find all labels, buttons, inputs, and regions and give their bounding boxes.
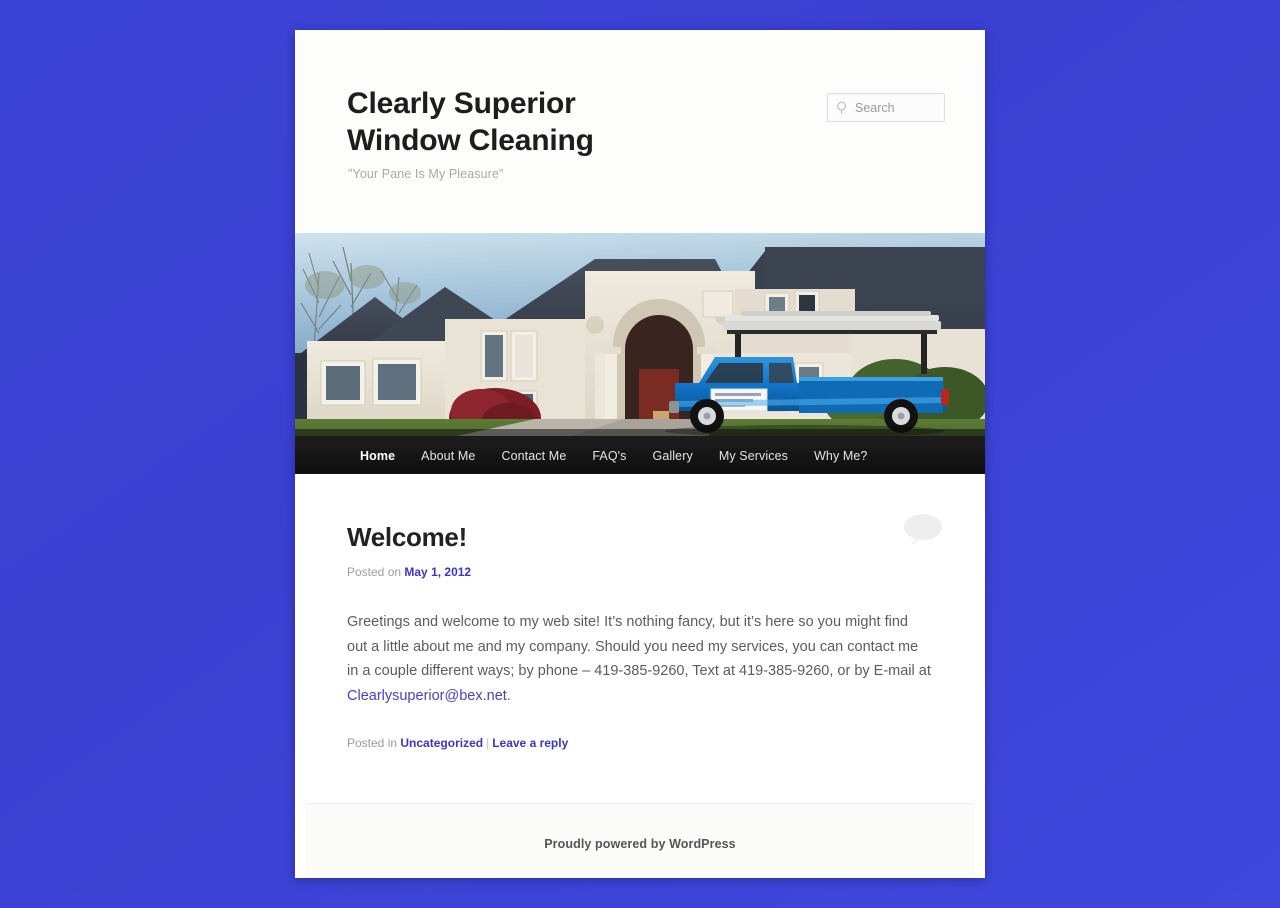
search-form[interactable] bbox=[827, 93, 945, 122]
site-tagline: "Your Pane Is My Pleasure" bbox=[348, 167, 504, 182]
post-body: Greetings and welcome to my web site! It… bbox=[347, 610, 932, 708]
nav-item-contact-me[interactable]: Contact Me bbox=[488, 437, 579, 475]
comment-bubble-icon[interactable] bbox=[901, 512, 945, 546]
nav-item-my-services[interactable]: My Services bbox=[706, 437, 801, 475]
post-body-text: Greetings and welcome to my web site! It… bbox=[347, 614, 931, 680]
page-title[interactable]: Welcome! bbox=[347, 522, 933, 553]
browser-viewport: Clearly Superior Window Cleaning "Your P… bbox=[0, 0, 1280, 908]
nav-item-faqs[interactable]: FAQ's bbox=[579, 437, 639, 475]
nav-item-why-me[interactable]: Why Me? bbox=[801, 437, 881, 475]
site-branding: Clearly Superior Window Cleaning "Your P… bbox=[295, 30, 985, 233]
main-content: Welcome! Posted on May 1, 2012 Greetings… bbox=[295, 474, 985, 803]
site-title[interactable]: Clearly Superior Window Cleaning bbox=[347, 86, 677, 159]
search-input[interactable] bbox=[855, 100, 938, 115]
post-article: Welcome! Posted on May 1, 2012 Greetings… bbox=[347, 522, 933, 750]
search-icon bbox=[836, 101, 850, 115]
post-meta-footer: Posted in Uncategorized | Leave a reply bbox=[347, 736, 933, 750]
main-navigation[interactable]: Home About Me Contact Me FAQ's Gallery M… bbox=[295, 436, 985, 474]
posted-on-label: Posted on bbox=[347, 565, 402, 579]
meta-separator: | bbox=[486, 736, 490, 751]
nav-item-home[interactable]: Home bbox=[347, 437, 408, 475]
nav-item-about-me[interactable]: About Me bbox=[408, 437, 488, 475]
category-link[interactable]: Uncategorized bbox=[400, 736, 483, 750]
nav-item-gallery[interactable]: Gallery bbox=[640, 437, 706, 475]
post-date-link[interactable]: May 1, 2012 bbox=[404, 565, 471, 579]
wordpress-credit-link[interactable]: Proudly powered by WordPress bbox=[544, 837, 736, 851]
post-meta-date: Posted on May 1, 2012 bbox=[347, 565, 933, 579]
site-page: Clearly Superior Window Cleaning "Your P… bbox=[295, 30, 985, 878]
post-body-text-end: . bbox=[506, 687, 511, 704]
leave-a-reply-link[interactable]: Leave a reply bbox=[492, 736, 568, 750]
site-footer: Proudly powered by WordPress bbox=[305, 803, 975, 878]
header-banner-image: Home About Me Contact Me FAQ's Gallery M… bbox=[295, 233, 985, 474]
posted-in-label: Posted in bbox=[347, 736, 398, 751]
email-link[interactable]: Clearlysuperior@bex.net bbox=[347, 688, 507, 704]
